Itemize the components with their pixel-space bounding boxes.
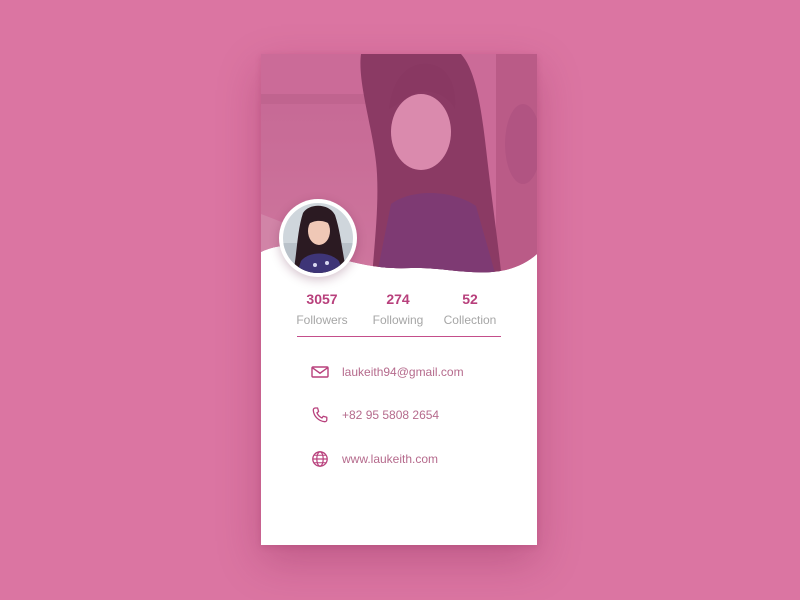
phone-text: +82 95 5808 2654 (342, 408, 440, 422)
stat-collection[interactable]: 52 Collection (430, 290, 510, 328)
followers-count: 3057 (306, 291, 338, 307)
contact-website[interactable]: www.laukeith.com (311, 448, 521, 470)
following-count: 274 (386, 291, 410, 307)
stat-following[interactable]: 274 Following (358, 290, 438, 328)
phone-icon (311, 406, 329, 424)
contact-email[interactable]: laukeith94@gmail.com (311, 361, 521, 383)
email-text: laukeith94@gmail.com (342, 365, 464, 379)
stat-followers[interactable]: 3057 Followers (282, 290, 362, 328)
collection-count: 52 (462, 291, 478, 307)
globe-icon (311, 450, 329, 468)
website-text: www.laukeith.com (342, 452, 439, 466)
profile-card: 3057 Followers 274 Following 52 Collecti… (261, 54, 537, 545)
following-label: Following (372, 313, 424, 327)
avatar[interactable] (279, 199, 357, 277)
followers-label: Followers (296, 313, 348, 327)
stats-bar: 3057 Followers 274 Following 52 Collecti… (296, 290, 501, 337)
collection-label: Collection (443, 313, 497, 327)
mail-icon (311, 363, 329, 381)
page-background: 3057 Followers 274 Following 52 Collecti… (0, 0, 800, 600)
contact-phone[interactable]: +82 95 5808 2654 (311, 404, 521, 426)
